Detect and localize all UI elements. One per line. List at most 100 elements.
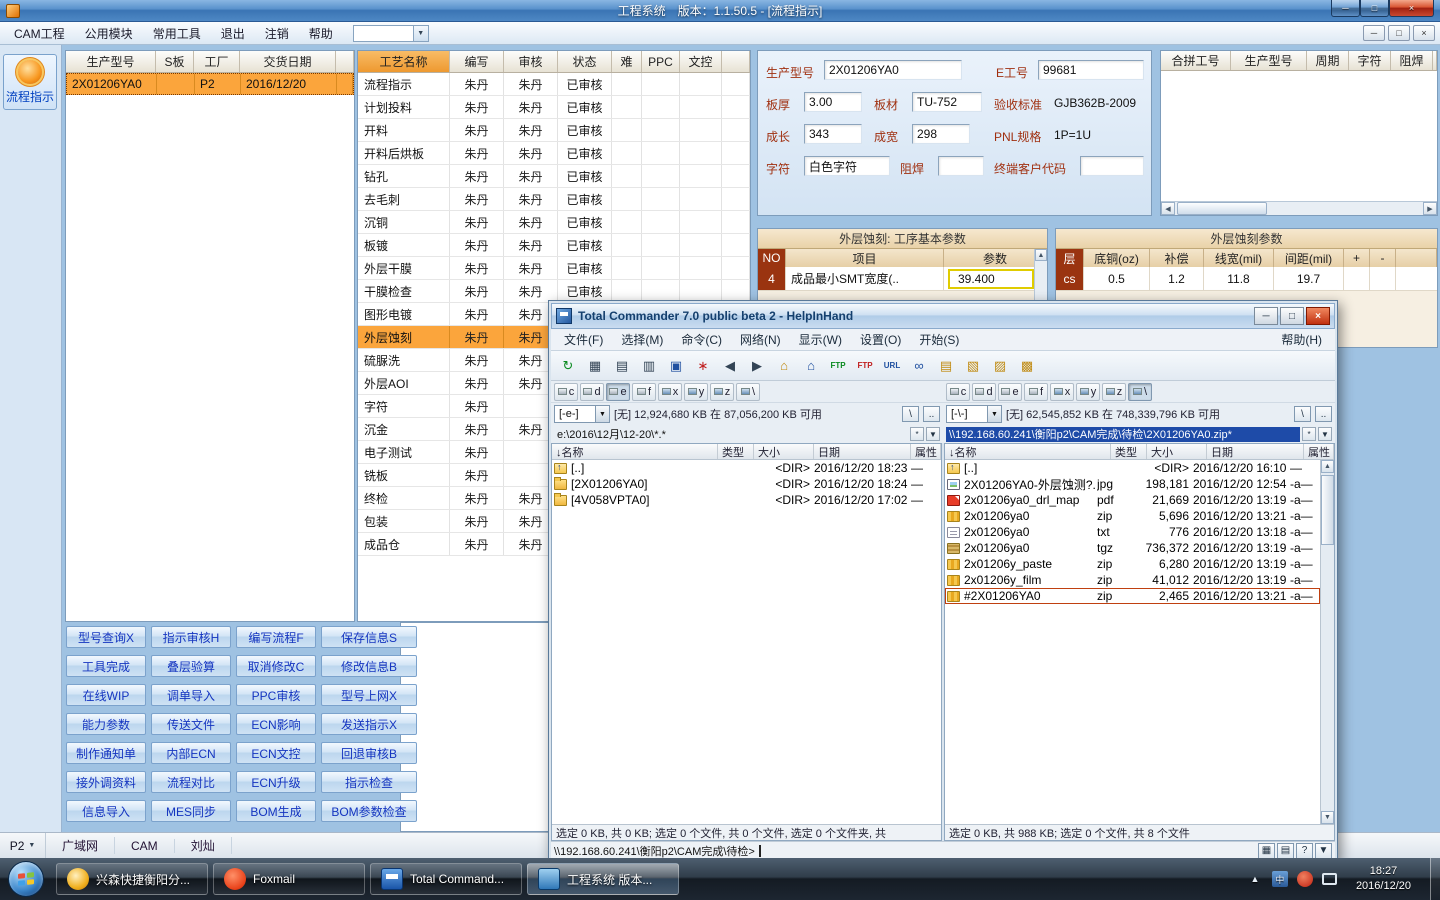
close-button[interactable]: × — [1389, 0, 1434, 17]
action-button[interactable]: 接外调资料 — [66, 771, 146, 793]
client-code-field[interactable] — [1080, 156, 1144, 176]
tc-menu-item[interactable]: 网络(N) — [731, 329, 790, 350]
tc-menu-item[interactable]: 开始(S) — [910, 329, 968, 350]
soldermask-field[interactable] — [938, 156, 984, 176]
tc-toolbar-button[interactable]: URL — [879, 354, 905, 378]
cmd-tool-button[interactable]: ▦ — [1258, 842, 1275, 859]
action-button[interactable]: 内部ECN — [151, 742, 231, 764]
parent-dir-button[interactable]: .. — [923, 406, 940, 422]
action-button[interactable]: MES同步 — [151, 800, 231, 822]
action-button[interactable]: 信息导入 — [66, 800, 146, 822]
start-button[interactable] — [8, 861, 44, 897]
order-row-selected[interactable]: 2X01206YA0 P2 2016/12/20 — [66, 73, 354, 95]
file-row[interactable]: 2x01206ya0 txt 776 2016/12/20 13:18 -a— — [945, 524, 1320, 540]
tc-toolbar-button[interactable]: ▣ — [663, 354, 689, 378]
drive-button[interactable]: c — [554, 382, 578, 401]
task-button[interactable]: 兴森快捷衡阳分... — [56, 863, 208, 895]
scroll-up-icon[interactable]: ▲ — [1035, 249, 1047, 261]
drive-button[interactable]: x — [658, 382, 682, 401]
action-button[interactable]: 在线WIP — [66, 684, 146, 706]
action-button[interactable]: 编写流程F — [236, 626, 316, 648]
drive-button[interactable]: e — [606, 382, 630, 401]
tc-toolbar-button[interactable]: ▤ — [933, 354, 959, 378]
menu-item[interactable]: 常用工具 — [143, 22, 211, 45]
drive-button[interactable]: y — [684, 382, 708, 401]
mdi-close-button[interactable]: × — [1413, 25, 1435, 41]
root-dir-button[interactable]: \ — [902, 406, 919, 422]
scroll-left-icon[interactable]: ◀ — [1161, 202, 1175, 215]
mdi-restore-button[interactable]: □ — [1388, 25, 1410, 41]
tc-toolbar-button[interactable]: ◀ — [717, 354, 743, 378]
scroll-down-icon[interactable]: ▼ — [1321, 811, 1334, 824]
drive-button[interactable]: z — [710, 382, 734, 401]
file-row[interactable]: 2x01206ya0_drl_map pdf 21,669 2016/12/20… — [945, 492, 1320, 508]
action-button[interactable]: 工具完成 — [66, 655, 146, 677]
history-dropdown[interactable]: ▼ — [1318, 427, 1332, 441]
process-row[interactable]: 板镀 朱丹 朱丹 已审核 — [358, 234, 750, 257]
process-row[interactable]: 流程指示 朱丹 朱丹 已审核 — [358, 73, 750, 96]
column-header[interactable]: 合拼工号 — [1161, 51, 1231, 70]
file-row[interactable]: [2X01206YA0] <DIR> 2016/12/20 18:24 — — [552, 476, 941, 492]
display-icon[interactable] — [1321, 873, 1337, 885]
column-header[interactable]: 文控 — [680, 51, 722, 72]
column-header[interactable]: 工艺名称 — [358, 51, 450, 72]
column-header[interactable]: 属性 — [911, 444, 941, 459]
tc-toolbar-button[interactable]: ▦ — [582, 354, 608, 378]
drive-button[interactable]: \ — [1128, 382, 1152, 401]
action-button[interactable]: BOM参数检查 — [321, 800, 417, 822]
drive-button[interactable]: e — [998, 382, 1022, 401]
favorites-button[interactable]: * — [910, 427, 924, 441]
column-header[interactable]: 字符 — [1349, 51, 1391, 70]
task-button[interactable]: 工程系统 版本... — [527, 863, 679, 895]
tc-toolbar-button[interactable]: ▤ — [609, 354, 635, 378]
tc-toolbar-button[interactable]: ⌂ — [771, 354, 797, 378]
drive-combobox[interactable]: [-\-] ▼ — [946, 405, 1002, 423]
tc-toolbar-button[interactable]: ↻ — [555, 354, 581, 378]
scroll-up-icon[interactable]: ▲ — [1321, 460, 1334, 473]
task-button[interactable]: Total Command... — [370, 863, 522, 895]
column-header[interactable]: 生产型号 — [66, 51, 156, 72]
menu-item[interactable]: 公用模块 — [75, 22, 143, 45]
tc-toolbar-button[interactable]: ▧ — [960, 354, 986, 378]
action-button[interactable]: BOM生成 — [236, 800, 316, 822]
process-row[interactable]: 计划投料 朱丹 朱丹 已审核 — [358, 96, 750, 119]
add-column-button[interactable]: + — [1344, 249, 1370, 267]
action-button[interactable]: ECN升级 — [236, 771, 316, 793]
width-field[interactable]: 298 — [912, 124, 970, 144]
remove-column-button[interactable]: - — [1370, 249, 1396, 267]
action-button[interactable]: PPC审核 — [236, 684, 316, 706]
action-button[interactable]: 流程对比 — [151, 771, 231, 793]
material-field[interactable]: TU-752 — [912, 92, 982, 112]
model-field[interactable]: 2X01206YA0 — [824, 60, 962, 80]
minimize-button[interactable]: ─ — [1331, 0, 1360, 17]
tc-close-button[interactable]: × — [1306, 307, 1330, 325]
param-value-field[interactable]: 39.400 — [948, 268, 1034, 289]
file-row[interactable]: 2x01206ya0 zip 5,696 2016/12/20 13:21 -a… — [945, 508, 1320, 524]
action-button[interactable]: 能力参数 — [66, 713, 146, 735]
sidebar-item-flow-indication[interactable]: 流程指示 — [3, 54, 57, 110]
action-button[interactable]: 型号上网X — [321, 684, 417, 706]
file-row[interactable]: [..] <DIR> 2016/12/20 16:10 — — [945, 460, 1320, 476]
horizontal-scrollbar[interactable]: ◀ ▶ — [1161, 201, 1437, 215]
drive-button[interactable]: f — [632, 382, 656, 401]
action-button[interactable]: 调单导入 — [151, 684, 231, 706]
drive-button[interactable]: x — [1050, 382, 1074, 401]
menu-item[interactable]: CAM工程 — [4, 22, 75, 45]
column-header[interactable]: S板 — [156, 51, 194, 72]
thickness-field[interactable]: 3.00 — [804, 92, 862, 112]
tc-maximize-button[interactable]: □ — [1280, 307, 1304, 325]
tc-toolbar-button[interactable]: ▥ — [636, 354, 662, 378]
column-header[interactable]: 交货日期 — [240, 51, 336, 72]
tc-menu-item[interactable]: 文件(F) — [555, 329, 612, 350]
show-desktop-button[interactable] — [1430, 858, 1440, 900]
taskbar-clock[interactable]: 18:27 2016/12/20 — [1356, 864, 1411, 894]
action-button[interactable]: ECN影响 — [236, 713, 316, 735]
action-button[interactable]: 修改信息B — [321, 655, 417, 677]
file-row[interactable]: 2x01206y_film zip 41,012 2016/12/20 13:1… — [945, 572, 1320, 588]
action-button[interactable]: ECN文控 — [236, 742, 316, 764]
column-header[interactable]: 编写 — [450, 51, 504, 72]
scrollbar-thumb[interactable] — [1321, 475, 1334, 545]
action-button[interactable]: 指示审核H — [151, 626, 231, 648]
menu-item[interactable]: 帮助 — [299, 22, 343, 45]
column-header[interactable]: 日期 — [814, 444, 911, 459]
